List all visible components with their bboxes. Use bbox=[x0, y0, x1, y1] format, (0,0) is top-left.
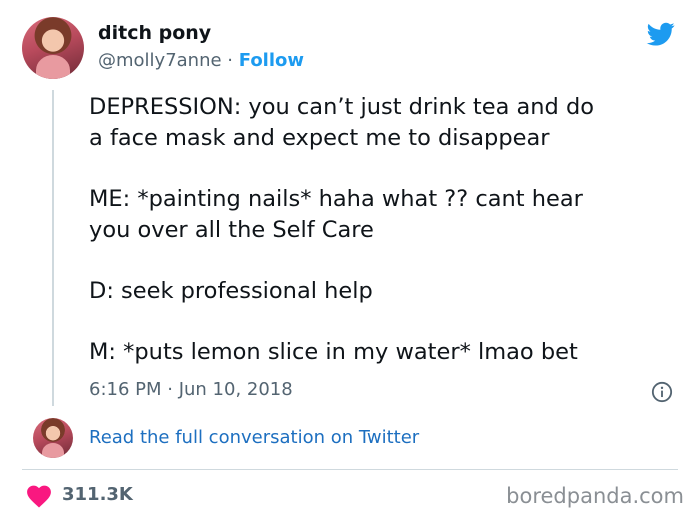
footer-divider bbox=[22, 469, 678, 470]
twitter-bird-icon[interactable] bbox=[645, 20, 677, 48]
heart-icon[interactable] bbox=[26, 484, 52, 508]
author-handle[interactable]: @molly7anne bbox=[98, 50, 222, 71]
tweet-text: DEPRESSION: you can’t just drink tea and… bbox=[89, 92, 689, 368]
timestamp-separator: · bbox=[161, 379, 179, 400]
reply-avatar[interactable] bbox=[33, 418, 73, 458]
thread-connector-line bbox=[52, 90, 54, 406]
tweet-date[interactable]: Jun 10, 2018 bbox=[179, 379, 293, 400]
author-avatar[interactable] bbox=[22, 17, 84, 79]
info-icon[interactable] bbox=[651, 381, 673, 403]
handle-separator: · bbox=[221, 50, 239, 71]
tweet-time[interactable]: 6:16 PM bbox=[89, 379, 162, 400]
author-handle-row: @molly7anne · Follow bbox=[98, 50, 304, 71]
author-display-name[interactable]: ditch pony bbox=[98, 22, 211, 44]
watermark: boredpanda.com bbox=[506, 484, 684, 508]
tweet-line: D: seek professional help bbox=[89, 278, 373, 304]
tweet-line: a face mask and expect me to disappear bbox=[89, 125, 550, 151]
follow-button[interactable]: Follow bbox=[239, 50, 304, 71]
tweet-line: DEPRESSION: you can’t just drink tea and… bbox=[89, 94, 595, 120]
tweet-timestamp[interactable]: 6:16 PM · Jun 10, 2018 bbox=[89, 379, 293, 400]
read-conversation-link[interactable]: Read the full conversation on Twitter bbox=[89, 427, 419, 448]
tweet-line: ME: *painting nails* haha what ?? cant h… bbox=[89, 186, 583, 212]
tweet-line: you over all the Self Care bbox=[89, 217, 374, 243]
like-count[interactable]: 311.3K bbox=[62, 484, 133, 505]
tweet-line: M: *puts lemon slice in my water* lmao b… bbox=[89, 339, 578, 365]
